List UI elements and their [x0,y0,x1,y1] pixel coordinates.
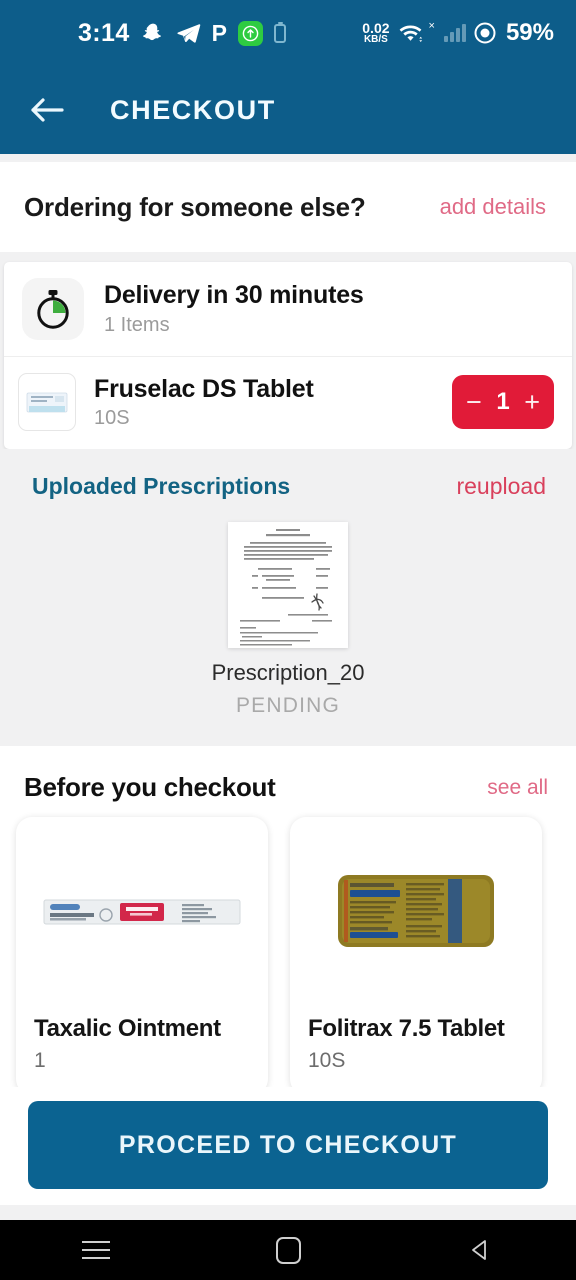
prescription-item[interactable]: Prescription_20 PENDING [0,522,576,718]
decrement-button[interactable]: − [466,388,482,416]
stopwatch-icon [22,278,84,340]
product-card[interactable]: Taxalic Ointment 1 [16,817,268,1095]
back-triangle-icon[interactable] [435,1220,525,1280]
wifi-icon [397,22,424,44]
cart-item-row[interactable]: Fruselac DS Tablet 10S − 1 + [4,357,572,449]
home-icon[interactable] [243,1220,333,1280]
telegram-icon [176,21,201,46]
cart-item-pack-size: 10S [94,406,130,429]
cta-bottom-strip [0,1205,576,1220]
ordering-for-someone-else-row: Ordering for someone else? add details [0,162,576,252]
cart-item-info: Fruselac DS Tablet 10S [94,375,434,430]
cart-card: Delivery in 30 minutes 1 Items Fruselac … [4,262,572,449]
status-time: 3:14 [78,18,130,47]
product-card[interactable]: Folitrax 7.5 Tablet 10S [290,817,542,1095]
before-you-checkout-title: Before you checkout [24,772,276,802]
page-title: CHECKOUT [110,94,276,125]
delivery-item-count: 1 Items [104,314,170,336]
delivery-title: Delivery in 30 minutes [104,281,364,309]
status-bar: 3:14 P 0.02 KB/S × 59% [0,0,576,66]
reupload-link[interactable]: reupload [456,473,546,500]
delivery-texts: Delivery in 30 minutes 1 Items [104,281,364,337]
cart-item-thumbnail [18,373,76,431]
checkout-screen: 3:14 P 0.02 KB/S × 59% CHECKOUT Ordering… [0,0,576,1280]
system-navigation-bar [0,1220,576,1280]
product-card-name: Taxalic Ointment [34,1015,221,1042]
proceed-to-checkout-button[interactable]: PROCEED TO CHECKOUT [28,1101,548,1189]
green-uploading-icon [237,20,263,46]
product-card-pack: 10S [308,1049,346,1072]
see-all-link[interactable]: see all [487,776,548,800]
add-details-link[interactable]: add details [440,194,552,220]
prescriptions-title: Uploaded Prescriptions [32,473,291,499]
prescription-name: Prescription_20 [211,660,365,685]
status-bar-right: 0.02 KB/S × 59% [362,19,554,47]
before-you-checkout-header: Before you checkout see all [0,772,576,803]
prescriptions-header: Uploaded Prescriptions reupload [0,473,576,500]
checkout-cta-container: PROCEED TO CHECKOUT [0,1087,576,1205]
network-speed-value: 0.02 [362,20,390,36]
uploaded-prescriptions-section: Uploaded Prescriptions reupload Prescrip… [0,449,576,746]
increment-button[interactable]: + [524,388,540,416]
ordering-question: Ordering for someone else? [24,191,366,222]
network-speed-indicator: 0.02 KB/S [362,21,389,45]
p-letter-icon: P [211,19,227,46]
quantity-value: 1 [496,388,510,415]
delivery-info-row: Delivery in 30 minutes 1 Items [4,262,572,357]
before-you-checkout-section: Before you checkout see all Taxalic Oint… [0,746,576,1095]
product-card-pack: 1 [34,1049,46,1072]
taxalic-ointment-box-image [34,837,250,987]
recents-icon[interactable] [51,1220,141,1280]
small-battery-icon [273,21,286,43]
status-bar-left: 3:14 P [78,19,286,48]
app-bar: CHECKOUT [0,66,576,154]
cart-item-name: Fruselac DS Tablet [94,374,314,403]
signal-disabled-x-icon: × [428,20,435,32]
folitrax-blister-strip-image [308,837,524,987]
battery-percent: 59% [505,19,554,46]
network-speed-unit: KB/S [363,34,388,45]
prescription-status-badge: PENDING [235,694,341,717]
signal-bars-icon [443,24,466,42]
prescription-scan-thumbnail[interactable] [228,522,348,648]
product-card-name: Folitrax 7.5 Tablet [308,1015,505,1042]
back-arrow-icon[interactable] [26,89,68,131]
recommended-products-carousel[interactable]: Taxalic Ointment 1 Folitrax 7.5 Tablet 1… [0,803,576,1095]
location-dot-icon [473,21,497,45]
quantity-stepper[interactable]: − 1 + [452,375,554,429]
snapchat-icon [141,21,165,45]
